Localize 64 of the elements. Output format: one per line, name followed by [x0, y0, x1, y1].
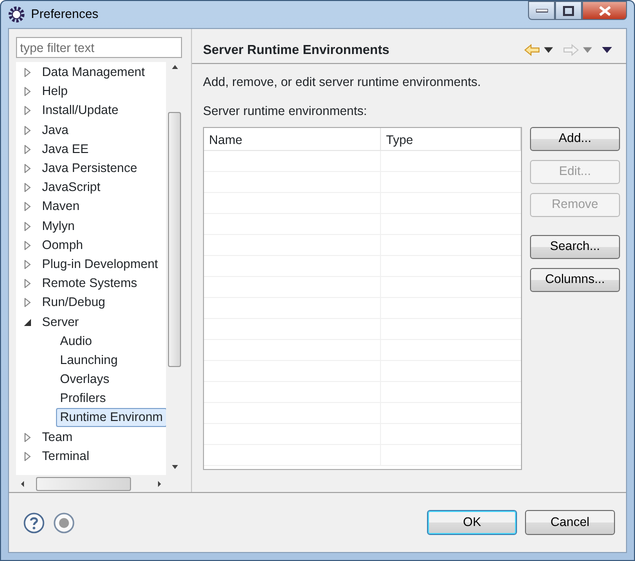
app-icon [8, 6, 25, 23]
window-title: Preferences [31, 6, 98, 24]
expanded-icon[interactable] [23, 318, 32, 327]
collapsed-icon[interactable] [23, 432, 32, 442]
tree-item[interactable]: JavaScript [38, 178, 104, 198]
tree-item[interactable]: Audio [56, 332, 96, 351]
tree-item[interactable]: Install/Update [38, 101, 122, 120]
maximize-icon [563, 6, 574, 16]
scrollbar-thumb[interactable] [168, 112, 181, 367]
tree-item[interactable]: Oomph [38, 236, 87, 255]
collapsed-icon[interactable] [23, 106, 32, 116]
collapsed-icon[interactable] [23, 298, 32, 308]
tree-item[interactable]: Remote Systems [38, 274, 142, 294]
tree-item[interactable]: Maven [38, 197, 84, 216]
list-label: Server runtime environments: [203, 102, 368, 120]
collapsed-icon[interactable] [23, 87, 32, 96]
tree-item[interactable]: Profilers [56, 389, 110, 408]
collapsed-icon[interactable] [23, 144, 32, 154]
record-icon[interactable] [53, 512, 75, 534]
collapsed-icon[interactable] [23, 240, 32, 250]
close-icon [598, 6, 610, 16]
tree-item[interactable]: Terminal [38, 446, 94, 466]
page-description: Add, remove, or edit server runtime environments. [203, 74, 482, 91]
tree-item[interactable]: Java EE [38, 140, 93, 159]
tree-item[interactable]: Overlays [56, 370, 114, 390]
close-button[interactable] [582, 1, 627, 20]
scroll-down-icon[interactable] [170, 463, 178, 471]
page-title: Server Runtime Environments [203, 41, 390, 60]
tree-item[interactable]: Runtime Environm [56, 408, 166, 428]
collapsed-icon[interactable] [23, 126, 32, 135]
collapsed-icon[interactable] [23, 68, 32, 78]
help-icon[interactable] [23, 512, 45, 534]
tree-item[interactable]: Server [38, 312, 83, 332]
collapsed-icon[interactable] [23, 183, 32, 192]
minimize-icon [536, 8, 548, 12]
tree-item[interactable]: Java Persistence [38, 159, 142, 178]
tree-item[interactable]: Team [38, 428, 77, 447]
minimize-button[interactable] [528, 1, 555, 20]
action-button[interactable]: Add... [530, 126, 620, 150]
collapsed-icon[interactable] [23, 260, 32, 269]
runtime-table[interactable]: Name Type [203, 126, 522, 470]
tree-item[interactable]: Run/Debug [38, 293, 110, 312]
tree-item[interactable]: Java [38, 120, 72, 140]
collapsed-icon[interactable] [23, 164, 32, 174]
tree-item[interactable]: Plug-in Development [38, 254, 162, 274]
collapsed-icon[interactable] [23, 452, 32, 461]
column-header[interactable]: Type [381, 128, 521, 150]
tree-item[interactable]: Data Management [38, 63, 149, 82]
maximize-button[interactable] [555, 1, 582, 20]
tree-item[interactable]: Help [38, 82, 72, 102]
scrollbar-thumb[interactable] [36, 476, 131, 490]
column-header[interactable]: Name [204, 128, 381, 150]
dialog-button[interactable]: Cancel [525, 510, 615, 535]
default-button[interactable]: OK [427, 510, 517, 535]
tree-item[interactable]: Mylyn [38, 216, 79, 236]
dropdown-icon[interactable] [544, 47, 553, 53]
collapsed-icon[interactable] [23, 222, 32, 231]
collapsed-icon[interactable] [23, 202, 32, 212]
collapsed-icon[interactable] [23, 279, 32, 288]
action-button[interactable]: Columns... [530, 268, 620, 292]
tree-item[interactable]: Launching [56, 350, 122, 370]
action-button[interactable]: Search... [530, 234, 620, 258]
filter-field[interactable]: type filter text [16, 37, 182, 58]
menu-icon[interactable] [602, 46, 612, 54]
